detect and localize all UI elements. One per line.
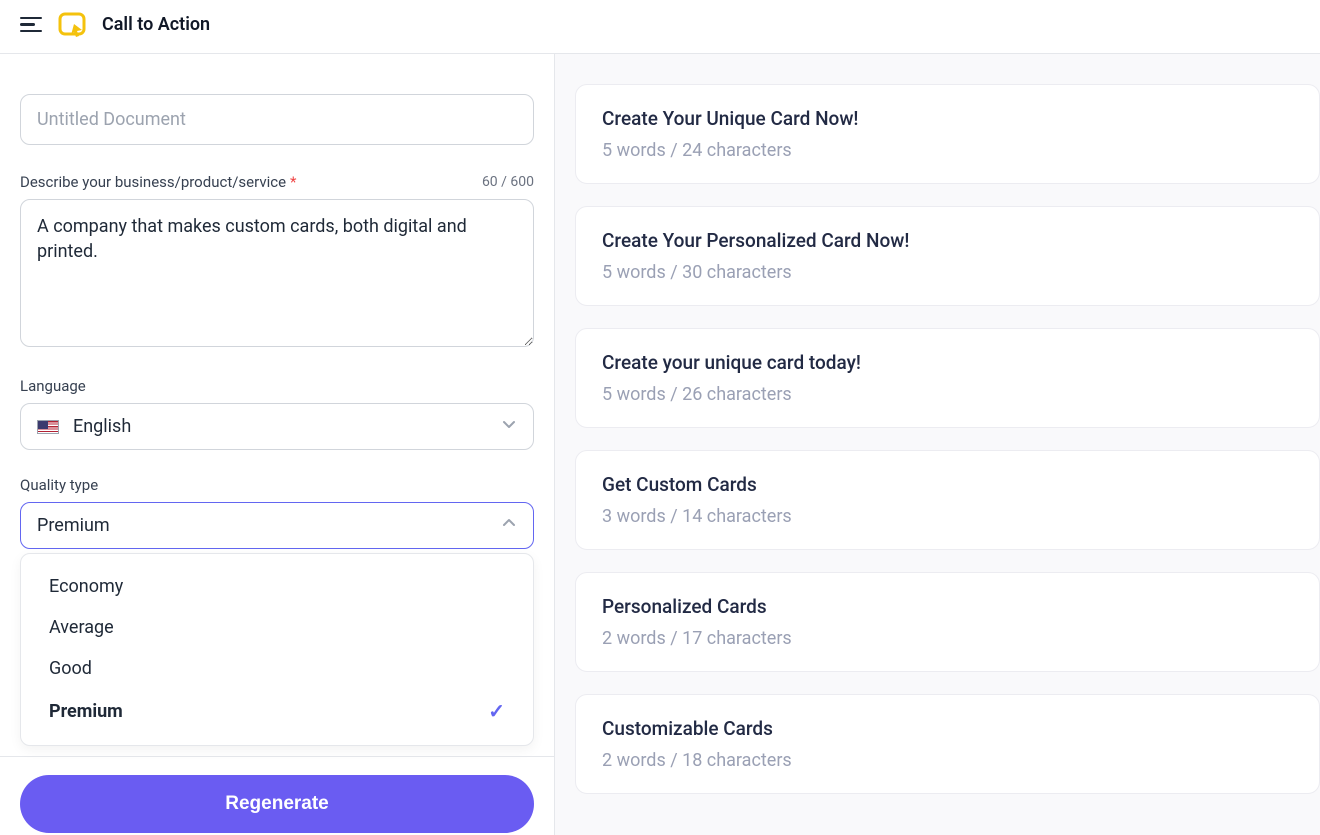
describe-textarea[interactable] — [20, 199, 534, 347]
quality-value: Premium — [37, 515, 110, 536]
result-meta: 5 words / 30 characters — [602, 262, 1293, 283]
form-footer: Regenerate — [0, 756, 554, 835]
result-meta: 5 words / 26 characters — [602, 384, 1293, 405]
quality-select[interactable]: Premium — [20, 502, 534, 549]
results-panel: Create Your Unique Card Now! 5 words / 2… — [555, 54, 1320, 835]
describe-label: Describe your business/product/service* — [20, 173, 297, 191]
check-icon: ✓ — [488, 699, 505, 723]
result-card[interactable]: Personalized Cards 2 words / 17 characte… — [575, 572, 1320, 672]
us-flag-icon — [37, 420, 59, 434]
result-title: Create your unique card today! — [602, 351, 1293, 374]
document-title-input[interactable] — [20, 94, 534, 145]
menu-icon[interactable] — [20, 17, 44, 33]
result-meta: 2 words / 18 characters — [602, 750, 1293, 771]
quality-dropdown: Economy Average Good Premium ✓ — [20, 553, 534, 746]
result-card[interactable]: Create your unique card today! 5 words /… — [575, 328, 1320, 428]
result-card[interactable]: Customizable Cards 2 words / 18 characte… — [575, 694, 1320, 794]
quality-option-average[interactable]: Average — [21, 607, 533, 648]
chevron-down-icon — [501, 416, 517, 437]
result-title: Create Your Personalized Card Now! — [602, 229, 1293, 252]
quality-label: Quality type — [20, 476, 534, 494]
language-select[interactable]: English — [20, 403, 534, 450]
result-card[interactable]: Create Your Personalized Card Now! 5 wor… — [575, 206, 1320, 306]
page-title: Call to Action — [102, 14, 210, 35]
result-meta: 5 words / 24 characters — [602, 140, 1293, 161]
result-title: Personalized Cards — [602, 595, 1293, 618]
app-logo-icon — [58, 11, 88, 39]
result-meta: 2 words / 17 characters — [602, 628, 1293, 649]
chevron-up-icon — [501, 515, 517, 536]
language-label: Language — [20, 377, 534, 395]
app-header: Call to Action — [0, 0, 1320, 54]
result-title: Customizable Cards — [602, 717, 1293, 740]
char-counter: 60 / 600 — [482, 174, 534, 190]
quality-option-economy[interactable]: Economy — [21, 566, 533, 607]
quality-option-premium[interactable]: Premium ✓ — [21, 689, 533, 733]
result-title: Get Custom Cards — [602, 473, 1293, 496]
result-meta: 3 words / 14 characters — [602, 506, 1293, 527]
result-card[interactable]: Create Your Unique Card Now! 5 words / 2… — [575, 84, 1320, 184]
regenerate-button[interactable]: Regenerate — [20, 775, 534, 833]
form-panel: Describe your business/product/service* … — [0, 54, 555, 835]
result-title: Create Your Unique Card Now! — [602, 107, 1293, 130]
language-value: English — [73, 416, 131, 437]
result-card[interactable]: Get Custom Cards 3 words / 14 characters — [575, 450, 1320, 550]
quality-option-good[interactable]: Good — [21, 648, 533, 689]
